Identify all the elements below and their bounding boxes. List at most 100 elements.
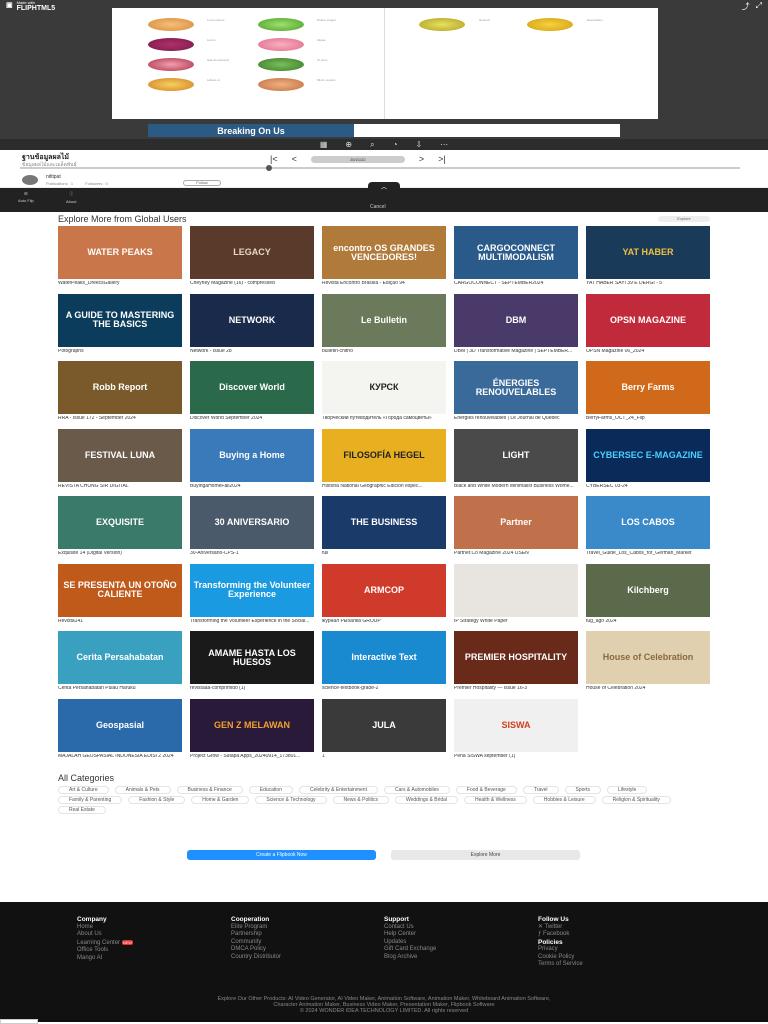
publication-title[interactable]: CARGOCONNECT - SEPTEMBER2024 [454, 281, 578, 291]
publication-cover[interactable]: Discover World [190, 361, 314, 414]
publication-title[interactable]: RRA - Issue 172 - September 2024 [58, 416, 182, 426]
publication-card[interactable]: Buying a Home BuyingaHomeFall2024 [190, 428, 314, 497]
collapse-handle[interactable]: ︿ [368, 182, 400, 191]
publication-cover[interactable]: Cerita Persahabatan [58, 631, 182, 684]
footer-link[interactable]: Help Center [384, 931, 436, 939]
publication-card[interactable]: LIGHT Black and White Modern Minimalist B… [454, 428, 578, 497]
publication-card[interactable]: Cerita Persahabatan Cerita Persahabatan P… [58, 631, 182, 699]
publication-cover[interactable]: CARGOCONNECT MULTIMODALISM [454, 226, 578, 279]
category-tag[interactable]: Religion & Spirituality [601, 796, 671, 804]
publication-cover[interactable]: LEGACY [190, 226, 314, 279]
fliphtml5-logo[interactable]: ▣ Made with FLIPHTML5 [6, 0, 55, 12]
publication-card[interactable]: Berry Farms BerryFarms_OCT_24_Flip [586, 361, 710, 429]
publication-card[interactable]: SISWA Pena SISWA september (1) [454, 698, 578, 767]
publication-title[interactable]: Pena SISWA september (1) [454, 754, 578, 764]
publication-card[interactable]: ÉNERGIES RENOUVELABLES Énergies renouvela… [454, 361, 578, 429]
publication-title[interactable]: House of Celebration 2024 [586, 686, 710, 696]
zoom-icon[interactable]: ⊕ [345, 140, 352, 149]
footer-link[interactable]: About Us [77, 931, 133, 939]
publication-card[interactable]: LOS CABOS Travel_Guide_Los_Cabos_for_Germ… [586, 496, 710, 564]
publication-title[interactable]: Project Grow - Sutapa Apps_20240914_1738… [190, 754, 314, 764]
publication-card[interactable]: EXQUISITE Exquisite 14 (Digital Version) [58, 496, 182, 564]
publication-cover[interactable]: JULA [322, 698, 446, 752]
publication-title[interactable]: IP Strategy White Paper [454, 619, 578, 629]
publication-title[interactable]: tug_ago 2024 [586, 619, 710, 629]
publication-cover[interactable]: THE BUSINESS [322, 496, 446, 549]
share-icon[interactable]: ⤴ [742, 1, 750, 12]
publication-cover[interactable]: Kilchberg [586, 563, 710, 617]
publication-cover[interactable]: Transforming the Volunteer Experience [190, 563, 314, 617]
publication-title[interactable]: 30-Aniversario-CPS-1 [190, 551, 314, 561]
category-tag[interactable]: News & Politics [332, 796, 389, 804]
footer-link[interactable]: Mango AI [77, 955, 133, 963]
publication-card[interactable]: DBM DBM | 3D Transformative Magazine | SE… [454, 293, 578, 362]
publication-title[interactable]: Énergies renouvelables | Le Journal de Q… [454, 416, 578, 426]
publication-cover[interactable]: PREMIER HOSPITALITY [454, 631, 578, 684]
publication-title[interactable]: Premier Hospitality — Issue 16-3 [454, 686, 578, 696]
publication-title[interactable]: 1 [322, 754, 446, 764]
footer-link[interactable]: Elite Program [231, 924, 281, 932]
publication-card[interactable]: КУРСК Творческий путеводитель «Города сам… [322, 361, 446, 429]
publication-card[interactable]: Partner Partner.Co Magazine 2024 USEN [454, 496, 578, 564]
publication-cover[interactable]: Buying a Home [190, 428, 314, 482]
publication-cover[interactable]: Le Bulletin [322, 293, 446, 347]
follow-button[interactable]: Follow [183, 180, 221, 186]
publication-cover[interactable]: EXQUISITE [58, 496, 182, 549]
twitter-link[interactable]: ✕ Twitter [538, 924, 583, 932]
category-tag[interactable]: Animals & Pets [114, 786, 171, 794]
publication-card[interactable]: LEGACY Cheyney Magazine (16) - compressed [190, 226, 314, 294]
footer-link[interactable]: Gift Card Exchange [384, 946, 436, 954]
publication-cover[interactable]: AMAME HASTA LOS HUESOS [190, 631, 314, 684]
publication-title[interactable]: WaterPeaks_DreecsGallery [58, 281, 182, 291]
ad-text[interactable]: Breaking On Us [148, 124, 354, 137]
publication-cover[interactable]: Partner [454, 496, 578, 549]
publication-card[interactable]: JULA 1 [322, 698, 446, 767]
category-tag[interactable]: Art & Culture [58, 786, 109, 794]
right-page[interactable]: Nostrud Exercitation [385, 8, 658, 119]
explore-more-button[interactable]: Explore More [391, 850, 580, 860]
publication-cover[interactable]: CYBERSEC E-MAGAZINE [586, 428, 710, 482]
publication-card[interactable]: A GUIDE TO MASTERING THE BASICS Potograph… [58, 293, 182, 362]
last-page-button[interactable]: >| [438, 154, 446, 164]
publication-card[interactable]: House of Celebration House of Celebration… [586, 631, 710, 699]
fullscreen-icon[interactable]: ⤢ [756, 1, 762, 12]
publication-card[interactable]: AMAME HASTA LOS HUESOS revistaaa-comprimi… [190, 631, 314, 699]
publication-cover[interactable]: DBM [454, 293, 578, 347]
footer-link[interactable]: Office Tools [77, 947, 133, 955]
publication-title[interactable]: Partner.Co Magazine 2024 USEN [454, 551, 578, 561]
category-tag[interactable]: Sports [564, 786, 601, 794]
publication-title[interactable]: Discover World September 2024 [190, 416, 314, 426]
publication-card[interactable]: ARMCOP журнал Рыбалка GROUP [322, 563, 446, 632]
publication-cover[interactable]: FESTIVAL LUNA [58, 428, 182, 482]
publication-card[interactable]: 30 ANIVERSARIO 30-Aniversario-CPS-1 [190, 496, 314, 564]
publication-title[interactable]: REVISTA CHUNG SIR DIGITAL [58, 484, 182, 494]
publication-title[interactable]: science-textbook-grade-2 [322, 686, 446, 696]
publication-card[interactable]: Transforming the Volunteer Experience Tra… [190, 563, 314, 632]
publication-cover[interactable]: A GUIDE TO MASTERING THE BASICS [58, 293, 182, 347]
publication-title[interactable]: Exquisite 14 (Digital Version) [58, 551, 182, 561]
publication-card[interactable]: NETWORK Network - Issue 28 [190, 293, 314, 362]
footer-link[interactable]: Partnership [231, 931, 281, 939]
publication-card[interactable]: OPSN MAGAZINE OPSN Magazine 06_2024 [586, 293, 710, 362]
publication-cover[interactable]: LIGHT [454, 428, 578, 482]
thumbnails-icon[interactable]: ▦ [320, 140, 328, 149]
page-slider[interactable] [20, 165, 740, 171]
publication-title[interactable]: Potographs [58, 349, 182, 359]
publication-title[interactable]: YAT HABER SAYI 39 E DERGİ - 5 [586, 281, 710, 291]
publication-title[interactable]: revistaaa-comprimido (1) [190, 686, 314, 696]
category-tag[interactable]: Fashion & Style [128, 796, 186, 804]
category-tag[interactable]: Education [248, 786, 293, 794]
publication-title[interactable]: BerryFarms_OCT_24_Flip [586, 416, 710, 426]
publication-card[interactable]: YAT HABER YAT HABER SAYI 39 E DERGİ - 5 [586, 226, 710, 294]
publication-card[interactable]: Kilchberg tug_ago 2024 [586, 563, 710, 632]
publication-card[interactable]: WATER PEAKS WaterPeaks_DreecsGallery [58, 226, 182, 294]
publication-cover[interactable]: Robb Report [58, 361, 182, 414]
category-tag[interactable]: Home & Garden [191, 796, 250, 804]
category-tag[interactable]: Business & Finance [176, 786, 243, 794]
publication-title[interactable]: CYBERSEC 03-24 [586, 484, 710, 494]
footer-link[interactable]: Home [77, 924, 133, 932]
category-tag[interactable]: Cars & Automobiles [383, 786, 450, 794]
publication-cover[interactable]: FILOSOFÍA HEGEL [322, 428, 446, 482]
footer-link[interactable]: Updates [384, 939, 436, 947]
publication-title[interactable]: MAJALAH GEOSPASIAL INDONESIA EDISI 2 202… [58, 754, 182, 764]
